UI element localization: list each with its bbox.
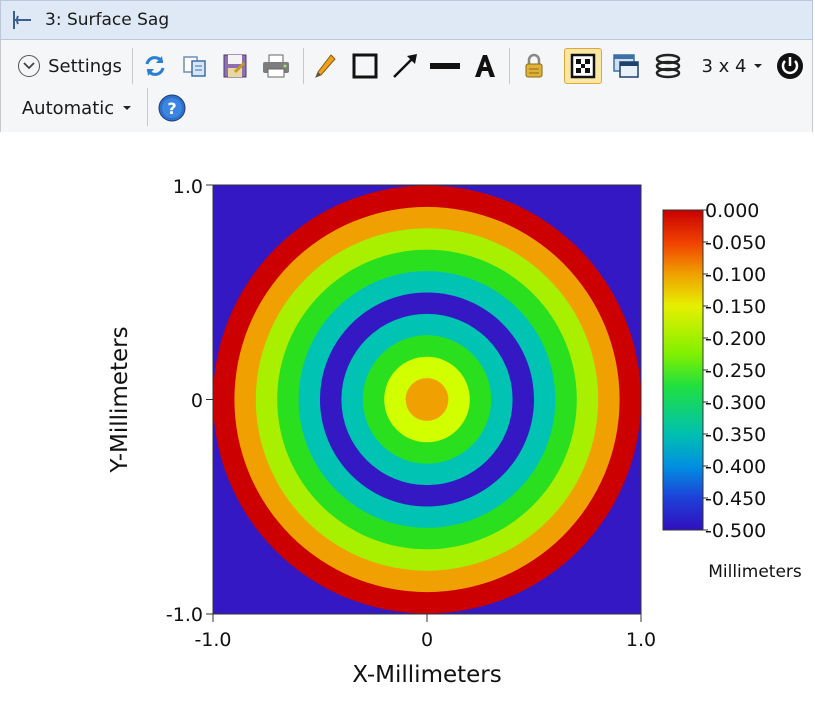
settings-button[interactable]: Settings bbox=[11, 50, 129, 82]
y-tick-label: 1.0 bbox=[173, 176, 203, 198]
colorbar-tick-label: -0.050 bbox=[705, 232, 766, 254]
x-axis-ticks bbox=[212, 614, 642, 622]
arrow-icon[interactable] bbox=[390, 50, 420, 82]
line-icon[interactable] bbox=[429, 50, 461, 82]
x-tick-label: 0 bbox=[421, 629, 433, 651]
toolbar-divider bbox=[509, 48, 510, 84]
colorbar-tick-label: 0.000 bbox=[705, 200, 759, 222]
sag-rings bbox=[213, 185, 641, 614]
colorbar-tick-label: -0.350 bbox=[705, 424, 766, 446]
settings-label: Settings bbox=[48, 55, 122, 77]
help-icon[interactable]: ? bbox=[157, 92, 187, 124]
x-tick-label: 1.0 bbox=[626, 629, 656, 651]
y-tick-label: -1.0 bbox=[166, 604, 203, 626]
colorbar-tick-label: -0.150 bbox=[705, 296, 766, 318]
refresh-icon[interactable] bbox=[141, 50, 169, 82]
x-axis-title: X-Millimeters bbox=[352, 662, 501, 688]
print-icon[interactable] bbox=[260, 50, 292, 82]
toolbar-divider bbox=[132, 48, 133, 84]
fit-grid-icon[interactable] bbox=[564, 48, 602, 84]
colorbar-tick-label: -0.400 bbox=[705, 456, 766, 478]
layout-label: 3 x 4 bbox=[701, 55, 747, 77]
colorbar-tick-label: -0.450 bbox=[705, 488, 766, 510]
mode-dropdown[interactable]: Automatic bbox=[15, 92, 139, 124]
power-icon[interactable] bbox=[775, 50, 805, 82]
colorbar-tick-label: -0.100 bbox=[705, 264, 766, 286]
window-titlebar: 3: Surface Sag bbox=[0, 0, 813, 40]
chevron-down-icon bbox=[18, 55, 41, 77]
colorbar-ticks: 0.000 -0.050 -0.100 -0.150 -0.200 -0.250 -0.30… bbox=[703, 200, 766, 542]
window-title: 3: Surface Sag bbox=[45, 10, 170, 30]
x-tick-label: -1.0 bbox=[194, 629, 231, 651]
sag-ring bbox=[405, 378, 449, 421]
y-axis-ticks bbox=[206, 184, 213, 615]
y-axis-title: Y-Millimeters bbox=[107, 326, 133, 473]
analysis-window-icon bbox=[13, 11, 31, 29]
toolbar-divider bbox=[303, 48, 304, 84]
lock-icon[interactable] bbox=[520, 50, 548, 82]
copy-icon[interactable] bbox=[180, 50, 210, 82]
text-icon[interactable] bbox=[471, 50, 499, 82]
caret-down-icon bbox=[123, 106, 132, 110]
rectangle-icon[interactable] bbox=[350, 50, 380, 82]
colorbar-tick-label: -0.200 bbox=[705, 328, 766, 350]
pencil-icon[interactable] bbox=[312, 50, 338, 82]
y-tick-label: 0 bbox=[191, 390, 203, 412]
caret-down-icon bbox=[753, 64, 762, 68]
plot-area: 1.0 0 -1.0 -1.0 0 1.0 X-Millimeters Y-Mi… bbox=[0, 133, 815, 701]
colorbar bbox=[662, 209, 704, 531]
toolbar: Settings 3 x 4 Automatic ? bbox=[0, 40, 813, 132]
layers-icon[interactable] bbox=[653, 50, 683, 82]
colorbar-unit-label: Millimeters bbox=[708, 562, 802, 582]
window-icon[interactable] bbox=[611, 50, 641, 82]
save-icon[interactable] bbox=[220, 50, 250, 82]
svg-text:?: ? bbox=[167, 99, 176, 118]
mode-label: Automatic bbox=[21, 97, 115, 119]
layout-dropdown[interactable]: 3 x 4 bbox=[698, 50, 766, 82]
colorbar-tick-label: -0.300 bbox=[705, 392, 766, 414]
surface-sag-plot: 1.0 0 -1.0 -1.0 0 1.0 X-Millimeters Y-Mi… bbox=[107, 176, 802, 688]
colorbar-tick-label: -0.250 bbox=[705, 360, 766, 382]
toolbar-divider bbox=[147, 88, 148, 126]
colorbar-tick-label: -0.500 bbox=[705, 520, 766, 542]
